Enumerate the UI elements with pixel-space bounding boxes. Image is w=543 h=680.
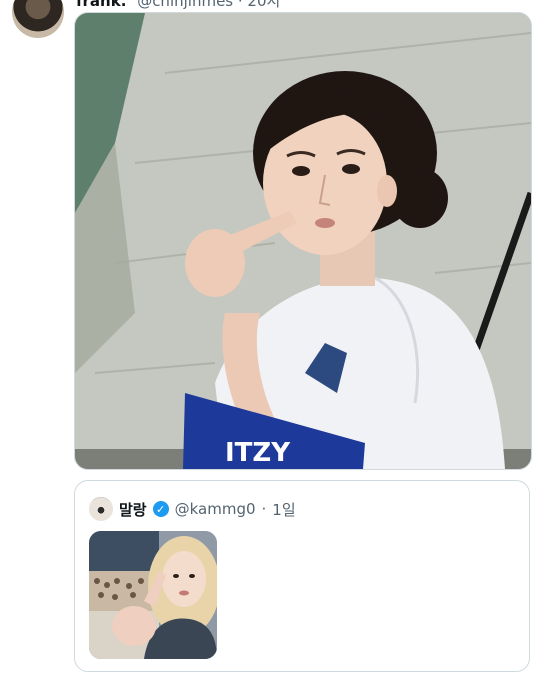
post-media-image[interactable]: ITZY <box>74 12 532 470</box>
quoted-author-handle[interactable]: @kammg0 <box>175 500 256 518</box>
banner-text: ITZY <box>225 438 291 468</box>
author-handle[interactable]: @chinjinmes · 20시 <box>137 0 280 10</box>
author-name[interactable]: frank. <box>76 0 126 10</box>
verified-badge-icon: ✓ <box>152 501 169 517</box>
quoted-author-name[interactable]: 말랑 <box>119 499 147 520</box>
author-avatar[interactable] <box>12 0 64 38</box>
quoted-post-header: 말랑 ✓ @kammg0 · 1일 <box>89 497 296 521</box>
quoted-author-avatar[interactable] <box>89 497 113 521</box>
separator-dot: · <box>261 500 267 518</box>
post-header: frank. @chinjinmes · 20시 <box>76 0 280 11</box>
quoted-post-time[interactable]: 1일 <box>272 499 295 520</box>
quoted-media-thumbnail[interactable] <box>89 531 217 659</box>
quoted-post-card[interactable]: 말랑 ✓ @kammg0 · 1일 <box>74 480 530 672</box>
